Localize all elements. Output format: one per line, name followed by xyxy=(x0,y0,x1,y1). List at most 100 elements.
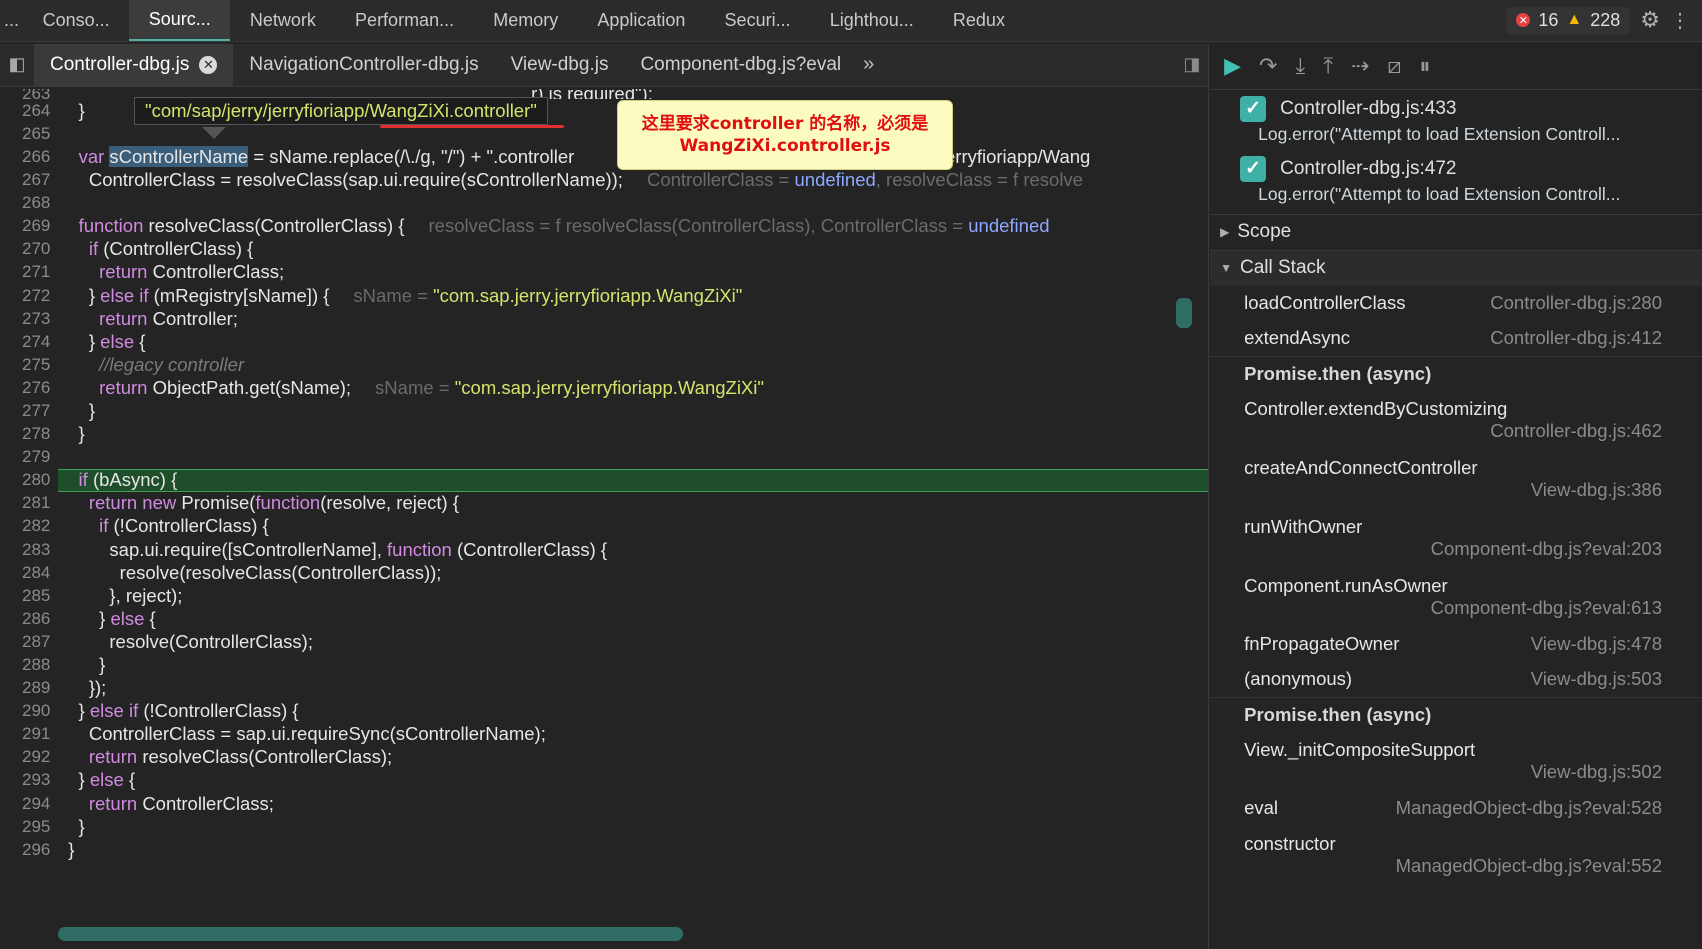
tab-memory[interactable]: Memory xyxy=(474,0,578,41)
inline-value-hint: sName = "com.sap.jerry.jerryfioriapp.Wan… xyxy=(375,376,764,398)
annotation-callout: 这里要求controller 的名称，必须是 WangZiXi.controll… xyxy=(617,100,953,171)
call-frame[interactable]: constructor ManagedObject-dbg.js?eval:552 xyxy=(1210,826,1702,885)
call-stack-list: loadControllerClass Controller-dbg.js:280… xyxy=(1210,286,1702,885)
call-frame[interactable]: eval ManagedObject-dbg.js?eval:528 xyxy=(1210,791,1702,826)
breakpoint-checkbox[interactable]: ✓ xyxy=(1240,155,1267,182)
frame-location: Controller-dbg.js:462 xyxy=(1490,420,1662,442)
debugger-sidebar: ▶ ↷ ⤓ ⤒ ⇢ ⧄ ⏸ ✓ Controller-dbg.js:433 Lo… xyxy=(1210,43,1702,949)
code-line-289: 289 }); xyxy=(22,677,107,699)
step-over-icon[interactable]: ↷ xyxy=(1259,53,1277,79)
file-tab-component[interactable]: Component-dbg.js?eval xyxy=(624,44,857,87)
file-tab-view[interactable]: View-dbg.js xyxy=(495,44,625,87)
call-frame[interactable]: Component.runAsOwner Component-dbg.js?eva… xyxy=(1210,568,1702,627)
vertical-scrollbar[interactable] xyxy=(1176,298,1193,329)
pause-on-exceptions-icon[interactable]: ⏸ xyxy=(1419,53,1430,79)
close-tab-icon[interactable]: ✕ xyxy=(199,55,218,74)
file-tab-navigation-controller[interactable]: NavigationController-dbg.js xyxy=(233,44,494,87)
callout-line-2: WangZiXi.controller.js xyxy=(679,136,891,157)
inline-value-hint: resolveClass = f resolveClass(Controller… xyxy=(428,215,1050,237)
paused-execution-line[interactable]: 280 if (bAsync) { xyxy=(22,468,1209,492)
breakpoint-code: Log.error("Attempt to load Extension Con… xyxy=(1258,123,1621,144)
expanded-triangle-icon: ▼ xyxy=(1220,261,1232,276)
code-line-277: 277 } xyxy=(22,399,96,421)
code-line-281: 281 return new Promise(function(resolve,… xyxy=(22,492,459,514)
code-line-273: 273 return Controller; xyxy=(22,307,238,329)
async-separator: Promise.then (async) xyxy=(1210,355,1702,391)
popover-caret xyxy=(202,127,226,140)
toggle-navigator-icon[interactable]: ◧ xyxy=(0,44,34,87)
code-line-267: 267 ControllerClass = resolveClass(sap.u… xyxy=(22,169,1083,191)
more-options-icon[interactable]: ⋮ xyxy=(1670,8,1690,33)
code-line-271: 271 return ControllerClass; xyxy=(22,261,285,283)
frame-function-name: (anonymous) xyxy=(1244,668,1353,690)
toggle-debugger-icon[interactable]: ◨ xyxy=(1183,44,1200,87)
frame-function-name: eval xyxy=(1244,797,1279,819)
call-frame[interactable]: createAndConnectController View-dbg.js:38… xyxy=(1210,450,1702,509)
code-line-265: 265 xyxy=(22,123,51,143)
frame-location: ManagedObject-dbg.js?eval:528 xyxy=(1395,797,1662,819)
horizontal-scrollbar[interactable] xyxy=(58,926,683,941)
deactivate-breakpoints-icon[interactable]: ⧄ xyxy=(1387,53,1401,79)
tab-network[interactable]: Network xyxy=(230,0,335,41)
collapsed-triangle-icon: ▶ xyxy=(1220,225,1230,240)
async-separator: Promise.then (async) xyxy=(1210,696,1702,732)
tab-console[interactable]: Conso... xyxy=(23,0,129,41)
code-line-285: 285 }, reject); xyxy=(22,584,183,606)
breakpoint-checkbox[interactable]: ✓ xyxy=(1240,95,1267,122)
file-tab-controller[interactable]: Controller-dbg.js ✕ xyxy=(34,43,234,87)
scope-section-header[interactable]: ▶ Scope xyxy=(1210,213,1702,250)
call-frame[interactable]: Controller.extendByCustomizing Controller… xyxy=(1210,391,1702,450)
error-count: 16 xyxy=(1538,9,1559,30)
call-frame[interactable]: extendAsync Controller-dbg.js:412 xyxy=(1210,321,1702,356)
call-frame[interactable]: fnPropagateOwner View-dbg.js:478 xyxy=(1210,627,1702,662)
selected-identifier[interactable]: sControllerName xyxy=(109,145,249,167)
tab-application[interactable]: Application xyxy=(578,0,705,41)
code-line-287: 287 resolve(ControllerClass); xyxy=(22,630,313,652)
tab-security[interactable]: Securi... xyxy=(705,0,810,41)
debugger-toolbar: ▶ ↷ ⤓ ⤒ ⇢ ⧄ ⏸ xyxy=(1210,44,1702,90)
breakpoint-item[interactable]: ✓ Controller-dbg.js:472 Log.error("Attem… xyxy=(1210,150,1702,210)
breakpoint-item[interactable]: ✓ Controller-dbg.js:433 Log.error("Attem… xyxy=(1210,90,1702,150)
code-line-286: 286 } else { xyxy=(22,607,156,629)
call-frame[interactable]: View._initCompositeSupport View-dbg.js:50… xyxy=(1210,732,1702,791)
devtools-tab-bar: ... Conso... Sourc... Network Performan.… xyxy=(0,0,1702,42)
frame-location: Component-dbg.js?eval:203 xyxy=(1430,538,1662,560)
tab-performance[interactable]: Performan... xyxy=(335,0,473,41)
tab-lighthouse[interactable]: Lighthou... xyxy=(810,0,933,41)
tab-redux[interactable]: Redux xyxy=(933,0,1024,41)
frame-function-name: loadControllerClass xyxy=(1244,292,1406,314)
code-overflow-text: erryfioriapp/Wang xyxy=(945,145,1091,167)
tab-sources[interactable]: Sourc... xyxy=(129,0,231,41)
code-editor[interactable]: 263 .r) is required"); 264 } 265 266 var… xyxy=(0,89,1209,949)
frame-function-name: extendAsync xyxy=(1244,327,1351,349)
step-icon[interactable]: ⇢ xyxy=(1351,53,1369,79)
red-underline-annotation xyxy=(380,125,564,129)
call-frame[interactable]: runWithOwner Component-dbg.js?eval:203 xyxy=(1210,509,1702,568)
frame-function-name: runWithOwner xyxy=(1244,516,1363,538)
tab-overflow[interactable]: ... xyxy=(0,0,23,41)
code-line-284: 284 resolve(resolveClass(ControllerClass… xyxy=(22,561,442,583)
call-frame[interactable]: loadControllerClass Controller-dbg.js:280 xyxy=(1210,286,1702,321)
frame-location: View-dbg.js:503 xyxy=(1530,668,1662,690)
call-frame[interactable]: (anonymous) View-dbg.js:503 xyxy=(1210,662,1702,697)
code-line-274: 274 } else { xyxy=(22,330,146,352)
frame-location: View-dbg.js:502 xyxy=(1530,761,1662,783)
code-line-292: 292 return resolveClass(ControllerClass)… xyxy=(22,746,393,768)
step-into-icon[interactable]: ⤓ xyxy=(1295,53,1305,79)
resume-icon[interactable]: ▶ xyxy=(1224,53,1241,79)
frame-function-name: Controller.extendByCustomizing xyxy=(1244,398,1508,420)
frame-location: View-dbg.js:478 xyxy=(1530,633,1662,655)
code-line-290: 290 } else if (!ControllerClass) { xyxy=(22,700,299,722)
step-out-icon[interactable]: ⤒ xyxy=(1323,53,1333,79)
issue-counter[interactable]: ✕ 16 ▲ 228 xyxy=(1506,6,1631,34)
callstack-section-header[interactable]: ▼ Call Stack xyxy=(1210,249,1702,286)
inline-value-hint: sName = "com.sap.jerry.jerryfioriapp.Wan… xyxy=(353,284,743,306)
code-line-270: 270 if (ControllerClass) { xyxy=(22,238,254,260)
more-tabs-icon[interactable]: » xyxy=(863,53,874,76)
code-line-269: 269 function resolveClass(ControllerClas… xyxy=(22,215,1050,237)
frame-function-name: Component.runAsOwner xyxy=(1244,575,1448,597)
warning-icon: ▲ xyxy=(1566,11,1583,29)
settings-gear-icon[interactable]: ⚙ xyxy=(1640,7,1660,33)
code-line-291: 291 ControllerClass = sap.ui.requireSync… xyxy=(22,723,546,745)
callout-line-1: 这里要求controller 的名称，必须是 xyxy=(641,114,929,135)
